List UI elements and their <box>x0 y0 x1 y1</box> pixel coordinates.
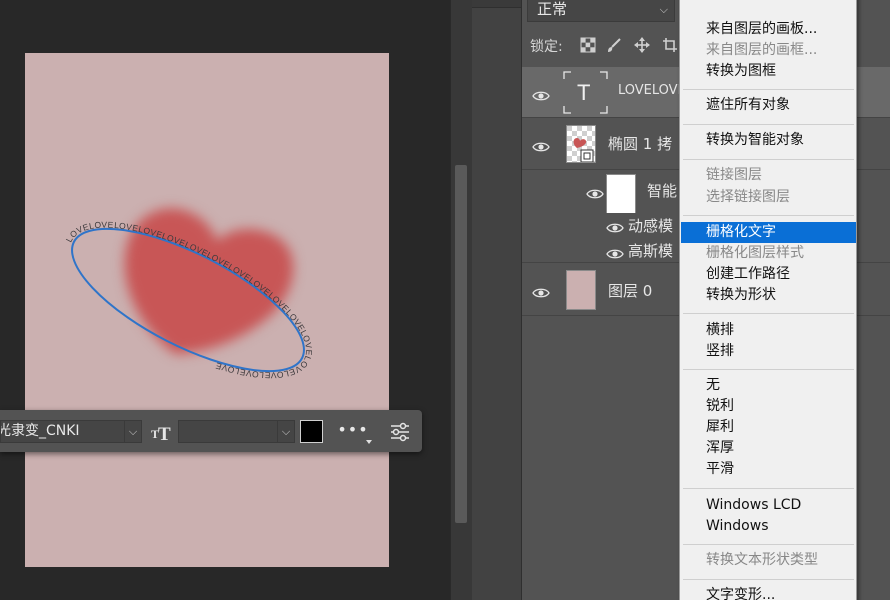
collapsed-panel-tab[interactable] <box>472 0 522 8</box>
menu-item-convert-to-smart-object[interactable]: 转换为智能对象 <box>681 130 856 151</box>
blend-mode-value: 正常 <box>537 0 568 18</box>
eye-icon[interactable] <box>606 219 624 233</box>
layer-name[interactable]: 智能 <box>647 180 677 201</box>
chevron-down-icon: ⌵ <box>659 3 668 16</box>
lock-label: 锁定: <box>530 39 563 55</box>
pixel-layer-thumbnail <box>566 270 596 310</box>
text-on-path[interactable]: LOVELOVELOVELOVELOVELOVELOVELOVELOVELOVE… <box>25 53 389 567</box>
menu-item-horizontal[interactable]: 横排 <box>681 320 856 341</box>
menu-separator <box>683 369 854 370</box>
scrollbar-thumb[interactable] <box>455 165 467 523</box>
menu-item-rasterize-layer-style[interactable]: 栅格化图层样式 <box>681 243 856 264</box>
filter-name[interactable]: 动感模 <box>628 215 673 236</box>
eye-icon[interactable] <box>532 87 550 101</box>
menu-item-antialias-strong[interactable]: 浑厚 <box>681 438 856 459</box>
lock-transparent-pixels-icon[interactable] <box>580 37 596 53</box>
text-layer-glyph: T <box>577 80 591 105</box>
more-options-caret-icon <box>366 440 372 444</box>
menu-item-windows-lcd[interactable]: Windows LCD <box>681 495 856 516</box>
lock-artboard-icon[interactable] <box>662 37 678 53</box>
font-size-dropdown[interactable]: ⌵ <box>178 420 295 443</box>
chevron-down-icon: ⌵ <box>124 421 141 442</box>
menu-separator <box>683 579 854 580</box>
menu-item-convert-to-frame[interactable]: 转换为图框 <box>681 61 856 82</box>
menu-item-frame-from-layers[interactable]: 来自图层的画框... <box>681 40 856 61</box>
menu-separator <box>683 544 854 545</box>
menu-separator <box>683 215 854 216</box>
filter-mask-thumbnail <box>606 174 636 214</box>
menu-item-create-work-path[interactable]: 创建工作路径 <box>681 264 856 285</box>
menu-item-artboard-from-layers[interactable]: 来自图层的画板... <box>681 19 856 40</box>
smart-object-thumbnail <box>566 125 596 163</box>
lock-image-pixels-icon[interactable] <box>606 37 622 53</box>
eye-icon[interactable] <box>532 138 550 152</box>
lock-controls: 锁定: <box>522 28 682 62</box>
menu-item-convert-to-shape[interactable]: 转换为形状 <box>681 285 856 306</box>
menu-item-select-linked-layers[interactable]: 选择链接图层 <box>681 187 856 208</box>
blend-mode-dropdown[interactable]: 正常 ⌵ <box>527 0 675 22</box>
menu-item-antialias-crisp[interactable]: 犀利 <box>681 417 856 438</box>
menu-separator <box>683 124 854 125</box>
document-canvas-area[interactable]: LOVELOVELOVELOVELOVELOVELOVELOVELOVELOVE… <box>0 0 450 600</box>
menu-item-antialias-smooth[interactable]: 平滑 <box>681 459 856 480</box>
eye-icon[interactable] <box>606 245 624 259</box>
font-size-icon: T T <box>150 421 174 445</box>
font-family-dropdown[interactable]: 光隶变_CNKI ⌵ <box>0 420 142 443</box>
menu-item-vertical[interactable]: 竖排 <box>681 341 856 362</box>
layer-context-menu: 来自图层的画板... 来自图层的画框... 转换为图框 遮住所有对象 转换为智能… <box>679 0 857 600</box>
contextual-task-bar: 光隶变_CNKI ⌵ T T ⌵ ••• <box>0 410 422 452</box>
more-options-button[interactable]: ••• <box>337 422 369 444</box>
menu-item-warp-text[interactable]: 文字变形... <box>681 585 856 600</box>
chevron-down-icon: ⌵ <box>277 421 294 442</box>
menu-item-antialias-sharp[interactable]: 锐利 <box>681 396 856 417</box>
menu-separator <box>683 89 854 90</box>
layer-name[interactable]: 椭圆 1 拷 <box>608 133 672 154</box>
eye-icon[interactable] <box>586 185 604 199</box>
eye-icon[interactable] <box>532 284 550 298</box>
menu-item-mask-all-objects[interactable]: 遮住所有对象 <box>681 95 856 116</box>
panel-dock-gutter <box>472 0 522 600</box>
font-family-value: 光隶变_CNKI <box>0 423 80 439</box>
menu-separator <box>683 159 854 160</box>
layer-name[interactable]: 图层 0 <box>608 280 652 301</box>
artboard[interactable]: LOVELOVELOVELOVELOVELOVELOVELOVELOVELOVE… <box>25 53 389 567</box>
lock-position-icon[interactable] <box>634 37 650 53</box>
menu-item-link-layers[interactable]: 链接图层 <box>681 165 856 186</box>
menu-item-convert-text-shape-type[interactable]: 转换文本形状类型 <box>681 550 856 571</box>
filter-name[interactable]: 高斯模 <box>628 240 673 261</box>
svg-text:T: T <box>158 424 171 443</box>
photoshop-window: LOVELOVELOVELOVELOVELOVELOVELOVELOVELOVE… <box>0 0 890 600</box>
path-text: LOVELOVELOVELOVELOVELOVELOVELOVELOVELOVE… <box>64 220 314 381</box>
text-color-swatch[interactable] <box>300 420 323 443</box>
text-layer-thumbnail: T <box>563 71 608 114</box>
menu-separator <box>683 488 854 489</box>
menu-item-windows[interactable]: Windows <box>681 516 856 537</box>
sliders-icon[interactable] <box>389 421 411 443</box>
menu-item-rasterize-type[interactable]: 栅格化文字 <box>681 222 856 243</box>
menu-separator <box>683 313 854 314</box>
canvas-scrollbar[interactable] <box>450 0 472 600</box>
menu-item-antialias-none[interactable]: 无 <box>681 375 856 396</box>
